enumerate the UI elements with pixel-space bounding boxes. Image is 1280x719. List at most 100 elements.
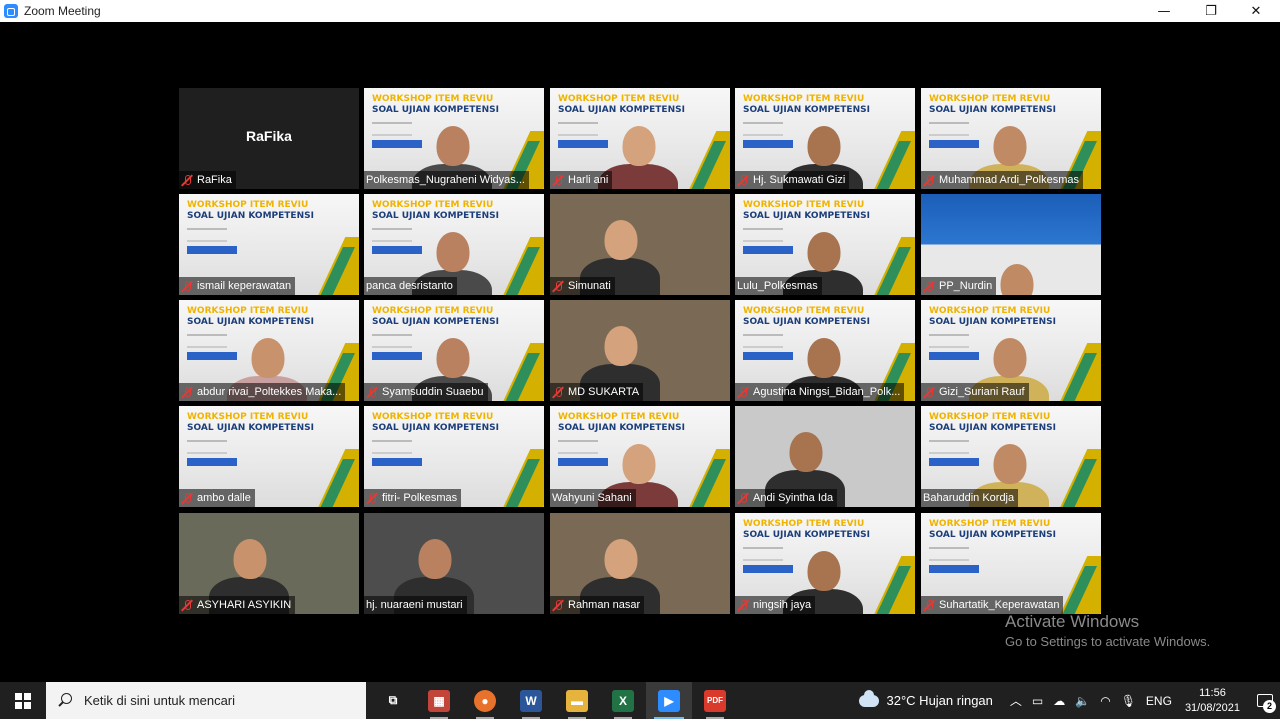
participant-tile[interactable]: WORKSHOP ITEM REVIU SOAL UJIAN KOMPETENSI…: [921, 513, 1101, 614]
participant-tile[interactable]: WORKSHOP ITEM REVIU SOAL UJIAN KOMPETENSI…: [179, 300, 359, 401]
participant-tile[interactable]: hj. nuaraeni mustari: [364, 513, 544, 614]
participant-name: Rahman nasar: [568, 599, 641, 611]
language-indicator[interactable]: ENG: [1146, 694, 1172, 708]
slide-title-line2: SOAL UJIAN KOMPETENSI: [187, 211, 314, 221]
muted-microphone-icon: [181, 492, 193, 504]
muted-microphone-icon: [181, 599, 193, 611]
participant-name-label: Gizi_Suriani Rauf: [921, 383, 1029, 401]
window-title: Zoom Meeting: [24, 4, 101, 18]
person-face: [993, 444, 1027, 484]
slide-title-line2: SOAL UJIAN KOMPETENSI: [929, 530, 1056, 540]
slide-decoration: [558, 122, 598, 136]
participant-tile[interactable]: WORKSHOP ITEM REVIU SOAL UJIAN KOMPETENSI…: [735, 194, 915, 295]
minimize-button[interactable]: —: [1142, 0, 1186, 22]
participant-tile[interactable]: WORKSHOP ITEM REVIU SOAL UJIAN KOMPETENSI…: [735, 300, 915, 401]
person-face: [604, 220, 638, 260]
firefox-icon: ●: [474, 689, 496, 712]
taskbar-search[interactable]: Ketik di sini untuk mencari: [46, 682, 366, 719]
taskbar-app-photo-button[interactable]: ▦: [416, 682, 462, 719]
participant-tile[interactable]: PP_Nurdin: [921, 194, 1101, 295]
participant-tile[interactable]: MD SUKARTA: [550, 300, 730, 401]
participant-name: Simunati: [568, 280, 611, 292]
participant-tile[interactable]: Rahman nasar: [550, 513, 730, 614]
participant-name: Baharuddin Kordja: [923, 492, 1015, 504]
participant-tile[interactable]: WORKSHOP ITEM REVIU SOAL UJIAN KOMPETENSI…: [550, 88, 730, 189]
participant-name-label: PP_Nurdin: [921, 277, 997, 295]
slide-title-line1: WORKSHOP ITEM REVIU: [372, 306, 494, 316]
slide-decoration: [558, 440, 598, 454]
participant-tile[interactable]: Andi Syintha Ida: [735, 406, 915, 507]
participant-tile[interactable]: WORKSHOP ITEM REVIU SOAL UJIAN KOMPETENSI…: [364, 194, 544, 295]
participant-tile[interactable]: WORKSHOP ITEM REVIU SOAL UJIAN KOMPETENSI…: [921, 406, 1101, 507]
slide-title-line1: WORKSHOP ITEM REVIU: [929, 412, 1051, 422]
taskbar-word-button[interactable]: W: [508, 682, 554, 719]
maximize-button[interactable]: ❐: [1189, 0, 1233, 22]
person-face: [604, 326, 638, 366]
start-button[interactable]: [0, 682, 46, 719]
person-face: [807, 551, 841, 591]
cloud-sync-icon[interactable]: ☁: [1053, 694, 1065, 708]
slide-title: WORKSHOP ITEM REVIU SOAL UJIAN KOMPETENSI: [187, 412, 314, 434]
weather-widget[interactable]: 32°C Hujan ringan: [858, 689, 993, 708]
participant-name-label: Simunati: [550, 277, 615, 295]
word-icon: W: [520, 689, 542, 712]
slide-title-line1: WORKSHOP ITEM REVIU: [187, 412, 309, 422]
taskbar-file-explorer-button[interactable]: ▬: [554, 682, 600, 719]
battery-icon[interactable]: ▭: [1032, 694, 1043, 708]
taskbar-firefox-button[interactable]: ●: [462, 682, 508, 719]
slide-title-line2: SOAL UJIAN KOMPETENSI: [372, 211, 499, 221]
slide-decoration: [743, 122, 783, 136]
microphone-icon[interactable]: 🎙: [1121, 694, 1136, 708]
participant-tile[interactable]: RaFika RaFika: [179, 88, 359, 189]
slide-title-line1: WORKSHOP ITEM REVIU: [743, 94, 865, 104]
taskbar-zoom-button[interactable]: ▶: [646, 682, 692, 719]
participant-tile[interactable]: WORKSHOP ITEM REVIU SOAL UJIAN KOMPETENSI…: [735, 513, 915, 614]
participant-tile[interactable]: WORKSHOP ITEM REVIU SOAL UJIAN KOMPETENSI…: [179, 194, 359, 295]
slide-decoration: [187, 334, 227, 348]
participant-name-label: ASYHARI ASYIKIN: [179, 596, 296, 614]
participant-name-label: Wahyuni Sahani: [550, 489, 636, 507]
person-face: [622, 126, 656, 166]
participant-tile[interactable]: WORKSHOP ITEM REVIU SOAL UJIAN KOMPETENSI…: [921, 88, 1101, 189]
participant-name: fitri- Polkesmas: [382, 492, 458, 504]
participant-tile[interactable]: Simunati: [550, 194, 730, 295]
participant-name: ningsih jaya: [753, 599, 812, 611]
participant-tile[interactable]: WORKSHOP ITEM REVIU SOAL UJIAN KOMPETENSI…: [364, 88, 544, 189]
participant-name: Lulu_Polkesmas: [737, 280, 818, 292]
zoom-icon: ▶: [658, 689, 680, 712]
participant-tile[interactable]: WORKSHOP ITEM REVIU SOAL UJIAN KOMPETENSI…: [921, 300, 1101, 401]
person-face: [251, 338, 285, 378]
muted-microphone-icon: [737, 174, 749, 186]
close-button[interactable]: ✕: [1234, 0, 1278, 22]
participant-name-label: panca desristanto: [364, 277, 457, 295]
person-face: [622, 444, 656, 484]
volume-icon[interactable]: 🔈: [1075, 694, 1090, 708]
file-explorer-icon: ▬: [566, 689, 588, 712]
taskbar-pdf-button[interactable]: PDF: [692, 682, 738, 719]
slide-decoration: [187, 246, 237, 254]
participant-tile[interactable]: WORKSHOP ITEM REVIU SOAL UJIAN KOMPETENSI…: [364, 300, 544, 401]
slide-decoration: [743, 140, 793, 148]
participant-tile[interactable]: ASYHARI ASYIKIN: [179, 513, 359, 614]
chevron-up-icon[interactable]: ︿: [1010, 692, 1022, 709]
slide-decoration: [558, 140, 608, 148]
slide-decoration: [929, 565, 979, 573]
wifi-icon[interactable]: ◠: [1100, 694, 1110, 708]
app-photo-icon: ▦: [428, 689, 450, 712]
taskbar-task-view-button[interactable]: ⧉: [370, 682, 416, 719]
person-face: [436, 126, 470, 166]
participant-tile[interactable]: WORKSHOP ITEM REVIU SOAL UJIAN KOMPETENSI…: [179, 406, 359, 507]
slide-title-line2: SOAL UJIAN KOMPETENSI: [558, 423, 685, 433]
participant-name-label: hj. nuaraeni mustari: [364, 596, 467, 614]
notification-center-button[interactable]: 2: [1250, 682, 1280, 719]
participant-tile[interactable]: WORKSHOP ITEM REVIU SOAL UJIAN KOMPETENSI…: [550, 406, 730, 507]
windows-icon: [15, 692, 31, 709]
clock[interactable]: 11:56 31/08/2021: [1185, 686, 1240, 716]
person-face: [807, 232, 841, 272]
muted-microphone-icon: [923, 386, 935, 398]
slide-decoration: [372, 246, 422, 254]
participant-tile[interactable]: WORKSHOP ITEM REVIU SOAL UJIAN KOMPETENSI…: [364, 406, 544, 507]
slide-title-line1: WORKSHOP ITEM REVIU: [187, 200, 309, 210]
participant-tile[interactable]: WORKSHOP ITEM REVIU SOAL UJIAN KOMPETENSI…: [735, 88, 915, 189]
taskbar-excel-button[interactable]: X: [600, 682, 646, 719]
